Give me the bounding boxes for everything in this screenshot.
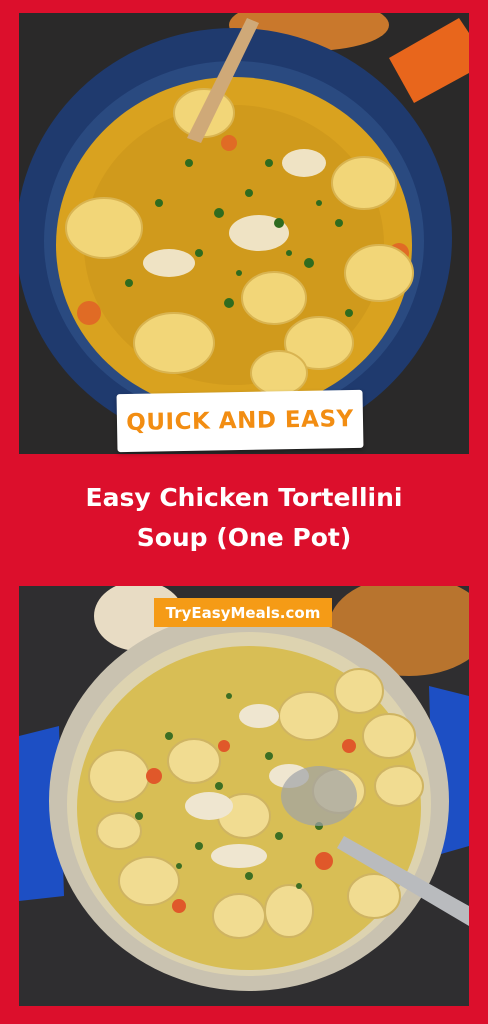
title-line-1: Easy Chicken Tortellini <box>85 483 403 512</box>
website-watermark: TryEasyMeals.com <box>154 598 332 627</box>
quick-easy-badge: QUICK AND EASY <box>116 389 364 453</box>
top-soup-photo <box>19 13 469 454</box>
recipe-title: Easy Chicken Tortellini Soup (One Pot) <box>20 478 468 558</box>
title-line-2: Soup (One Pot) <box>136 523 352 552</box>
badge-text: QUICK AND EASY <box>126 406 354 436</box>
watermark-text: TryEasyMeals.com <box>165 603 321 622</box>
bottom-soup-photo <box>19 586 469 1006</box>
pin-frame: QUICK AND EASY Easy Chicken Tortellini S… <box>0 0 488 1024</box>
